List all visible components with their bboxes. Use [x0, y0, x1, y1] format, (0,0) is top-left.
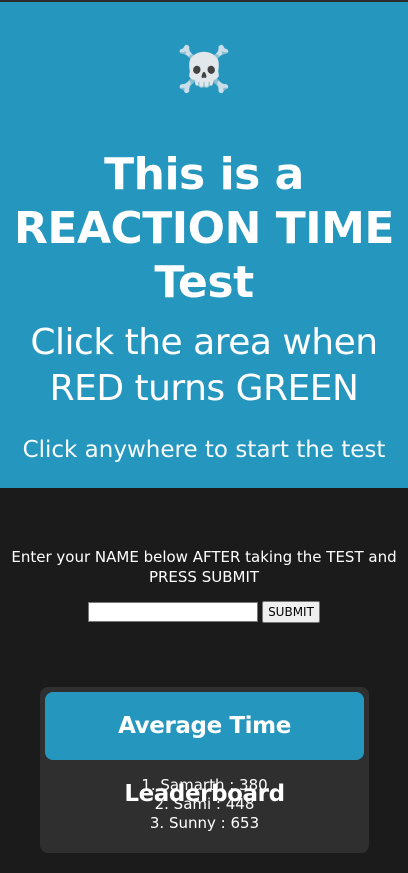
- leaderboard-entry: 3. Sunny : 653: [149, 814, 260, 832]
- page-title: This is a REACTION TIME Test: [14, 149, 394, 308]
- name-input[interactable]: [88, 602, 259, 622]
- leaderboard-list: 1. Samarth : 380 2. Sami : 448 3. Sunny …: [40, 776, 369, 833]
- name-form: SUBMIT: [0, 601, 408, 623]
- name-instructions: Enter your NAME below AFTER taking the T…: [11, 548, 397, 586]
- skull-and-crossbones-icon: ☠️: [176, 44, 232, 95]
- reaction-test-area[interactable]: ☠️ This is a REACTION TIME Test Click th…: [0, 2, 408, 488]
- test-instructions: Click the area when RED turns GREEN: [30, 322, 378, 409]
- start-hint: Click anywhere to start the test: [22, 437, 386, 463]
- leaderboard-entry: 2. Sami : 448: [154, 795, 255, 813]
- submit-button[interactable]: SUBMIT: [262, 601, 320, 623]
- leaderboard-title: Average Time Leaderboard: [45, 692, 364, 807]
- leaderboard-card: Average Time Leaderboard 1. Samarth : 38…: [40, 687, 369, 853]
- leaderboard-entry: 1. Samarth : 380: [141, 776, 268, 794]
